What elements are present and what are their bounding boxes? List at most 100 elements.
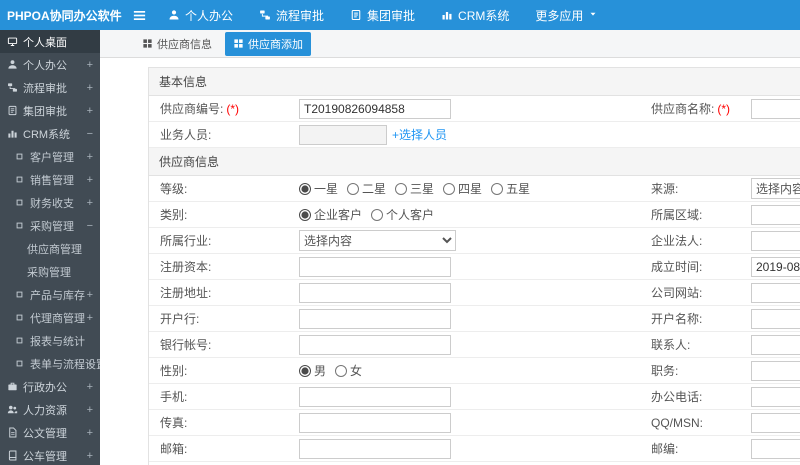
field-contact-person (751, 334, 800, 355)
nav-item-more-apps[interactable]: 更多应用 (522, 0, 611, 30)
sidebar-item-label: 公文管理 (23, 427, 67, 440)
sidebar-item-group-approval[interactable]: 集团审批 + (0, 99, 100, 122)
label-gender: 性别: (160, 364, 188, 378)
sidebar-item-document-mgmt[interactable]: 公文管理 + (0, 421, 100, 444)
level-radio[interactable] (395, 182, 408, 195)
sidebar-item-purchase-mgmt-sub[interactable]: 采购管理 (0, 260, 100, 283)
grid-icon (233, 38, 244, 49)
industry-select[interactable]: 选择内容 (299, 230, 456, 251)
nav-item-workflow-approval[interactable]: 流程审批 (246, 0, 337, 30)
bank-branch-input[interactable] (299, 308, 451, 329)
tab-supplier-add[interactable]: 供应商添加 (225, 31, 311, 56)
region-input[interactable] (751, 204, 800, 225)
business-staff-input[interactable] (299, 124, 387, 145)
expand-plus-icon[interactable]: + (87, 381, 93, 393)
sidebar-item-personal-desktop[interactable]: 个人桌面 (0, 30, 100, 53)
collapse-minus-icon[interactable]: − (87, 220, 93, 232)
office-phone-input[interactable] (751, 386, 800, 407)
sidebar-item-supplier-mgmt[interactable]: 供应商管理 (0, 237, 100, 260)
expand-plus-icon[interactable]: + (87, 174, 93, 186)
supplier-code-input[interactable] (299, 98, 451, 119)
established-date-input[interactable] (751, 256, 800, 277)
sidebar-item-sales-mgmt[interactable]: 销售管理 + (0, 168, 100, 191)
expand-plus-icon[interactable]: + (87, 59, 93, 71)
legal-person-input[interactable] (751, 230, 800, 251)
category-option-0[interactable]: 企业客户 (299, 206, 362, 223)
sidebar-item-crm-system[interactable]: CRM系统 − (0, 122, 100, 145)
label-established-date: 成立时间: (651, 260, 703, 274)
field-gender: 男女 (299, 362, 651, 379)
mobile-input[interactable] (299, 386, 451, 407)
expand-plus-icon[interactable]: + (87, 427, 93, 439)
level-option-2[interactable]: 三星 (395, 180, 434, 197)
gender-option-0[interactable]: 男 (299, 362, 326, 379)
sidebar-item-customer-mgmt[interactable]: 客户管理 + (0, 145, 100, 168)
category-option-1[interactable]: 个人客户 (371, 206, 434, 223)
expand-plus-icon[interactable]: + (87, 151, 93, 163)
level-radio[interactable] (347, 182, 360, 195)
tab-supplier-info[interactable]: 供应商信息 (134, 32, 220, 56)
sidebar-item-form-flow-settings[interactable]: 表单与流程设置 + (0, 352, 100, 375)
email-input[interactable] (299, 438, 451, 459)
expand-plus-icon[interactable]: + (87, 197, 93, 209)
caret-down-icon (588, 9, 598, 19)
category-radio[interactable] (371, 208, 384, 221)
account-name-input[interactable] (751, 308, 800, 329)
level-radio[interactable] (491, 182, 504, 195)
sidebar-item-finance-inout[interactable]: 财务收支 + (0, 191, 100, 214)
sidebar-item-reports-stats[interactable]: 报表与统计 (0, 329, 100, 352)
sidebar-item-label: 行政办公 (23, 381, 67, 394)
gender-radio[interactable] (299, 364, 311, 377)
level-option-1[interactable]: 二星 (347, 180, 386, 197)
registered-capital-input[interactable] (299, 256, 451, 277)
gender-radio[interactable] (335, 364, 348, 377)
nav-item-group-approval[interactable]: 集团审批 (337, 0, 428, 30)
expand-plus-icon[interactable]: + (87, 450, 93, 462)
expand-plus-icon[interactable]: + (87, 404, 93, 416)
company-website-input[interactable] (751, 282, 800, 303)
expand-plus-icon[interactable]: + (87, 289, 93, 301)
level-option-0[interactable]: 一星 (299, 180, 338, 197)
form-row: 银行帐号: 联系人: (149, 332, 800, 358)
category-radio[interactable] (299, 208, 311, 221)
sidebar-item-vehicle-mgmt[interactable]: 公车管理 + (0, 444, 100, 465)
select-person-link[interactable]: +选择人员 (392, 126, 447, 143)
nav-item-label: 个人办公 (185, 8, 234, 23)
field-bank-account (299, 334, 651, 355)
qq-msn-input[interactable] (751, 412, 800, 433)
expand-plus-icon[interactable]: + (87, 358, 93, 370)
source-select[interactable]: 选择内容 (751, 178, 800, 199)
fax-input[interactable] (299, 412, 451, 433)
collapse-minus-icon[interactable]: − (87, 128, 93, 140)
bank-account-input[interactable] (299, 334, 451, 355)
section-title: 供应商信息 (149, 148, 800, 176)
gender-option-1[interactable]: 女 (335, 362, 362, 379)
nav-item-crm-system[interactable]: CRM系统 (428, 0, 522, 30)
sidebar-item-personal-office[interactable]: 个人办公 + (0, 53, 100, 76)
hamburger-menu-button[interactable] (132, 8, 147, 23)
level-radio[interactable] (299, 182, 311, 195)
radio-label: 五星 (506, 182, 531, 196)
sidebar-item-purchase-mgmt[interactable]: 采购管理 − (0, 214, 100, 237)
sidebar-item-workflow-approval[interactable]: 流程审批 + (0, 76, 100, 99)
registered-address-input[interactable] (299, 282, 451, 303)
postcode-input[interactable] (751, 438, 800, 459)
sidebar-item-agent-mgmt[interactable]: 代理商管理 + (0, 306, 100, 329)
briefcase-icon (7, 381, 18, 392)
dot-icon (14, 197, 25, 208)
nav-item-personal-office[interactable]: 个人办公 (155, 0, 246, 30)
level-radio[interactable] (443, 182, 456, 195)
level-option-4[interactable]: 五星 (491, 180, 530, 197)
position-input[interactable] (751, 360, 800, 381)
sidebar-item-product-inventory[interactable]: 产品与库存 + (0, 283, 100, 306)
tab-bar: 供应商信息 供应商添加 (100, 30, 800, 58)
supplier-name-input[interactable] (751, 98, 800, 119)
expand-plus-icon[interactable]: + (87, 105, 93, 117)
sidebar-item-admin-office[interactable]: 行政办公 + (0, 375, 100, 398)
sidebar-item-human-resources[interactable]: 人力资源 + (0, 398, 100, 421)
level-option-3[interactable]: 四星 (443, 180, 482, 197)
chart-icon (441, 9, 453, 21)
expand-plus-icon[interactable]: + (87, 82, 93, 94)
expand-plus-icon[interactable]: + (87, 312, 93, 324)
contact-person-input[interactable] (751, 334, 800, 355)
